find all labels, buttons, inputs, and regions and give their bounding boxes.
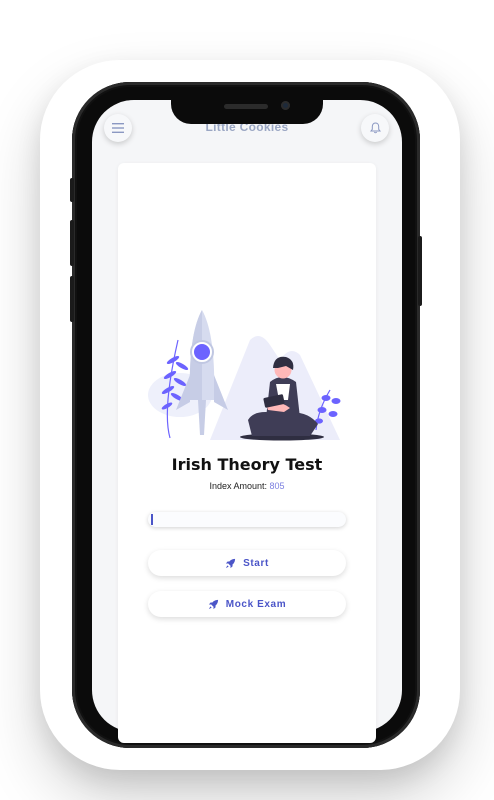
mock-exam-button-label: Mock Exam [225,598,287,610]
mock-exam-button[interactable]: Mock Exam [148,591,346,617]
rocket-launch-illustration [148,310,341,441]
rocket-icon [226,558,236,568]
content-card [118,163,376,743]
rocket-icon [208,599,218,609]
notch [171,96,323,124]
start-button[interactable]: Start [148,550,346,576]
speaker [224,104,268,109]
notifications-button[interactable] [361,114,389,142]
side-button-left-3 [70,276,74,322]
index-amount: Index Amount: 805 [118,481,376,491]
front-camera [281,101,290,110]
index-amount-label: Index Amount: [209,481,267,491]
progress-bar [148,512,346,527]
page-title: Irish Theory Test [171,455,323,474]
side-button-left-2 [70,220,74,266]
progress-fill [151,514,153,525]
start-button-label: Start [243,557,269,569]
bell-icon [369,122,381,134]
index-amount-value: 805 [269,481,285,491]
side-button-right [418,236,422,306]
side-button-left-1 [70,178,74,202]
